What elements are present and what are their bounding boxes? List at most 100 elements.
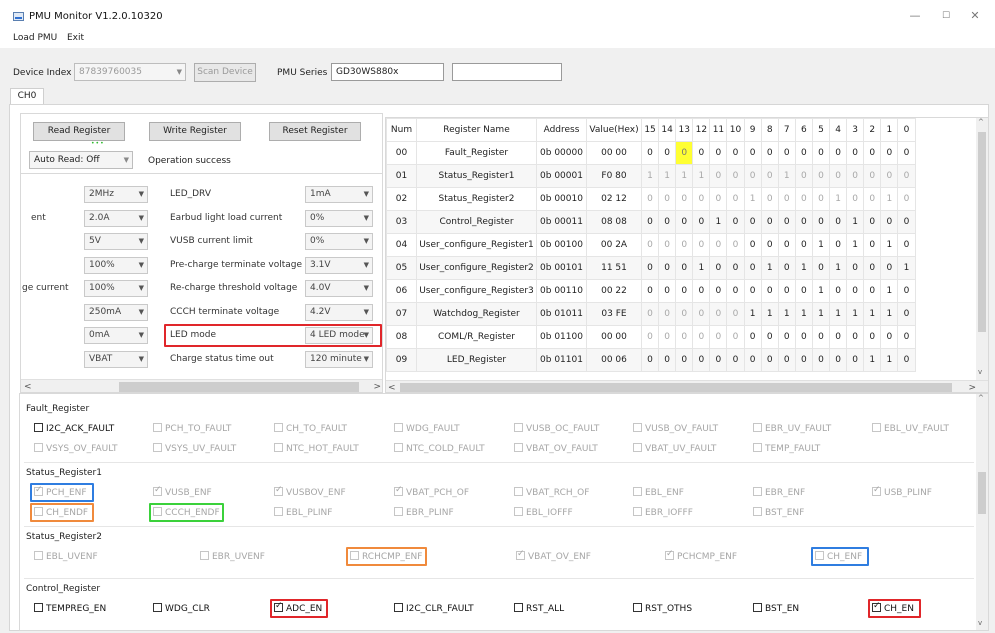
flag-checkbox[interactable]: EBL_ENF: [633, 487, 684, 498]
register-bit-cell[interactable]: 0: [743, 279, 762, 303]
checkbox-box[interactable]: [514, 487, 523, 496]
register-bit-cell[interactable]: 0: [640, 141, 660, 165]
register-bit-cell[interactable]: 0: [726, 141, 745, 165]
register-value[interactable]: 00 22: [586, 279, 642, 303]
settings-right-select[interactable]: 1mA ▼: [305, 186, 373, 203]
register-bit-cell[interactable]: 0: [846, 141, 865, 165]
register-bit-cell[interactable]: 0: [794, 187, 813, 211]
register-bit-cell[interactable]: 0: [726, 187, 745, 211]
register-bit-cell[interactable]: 0: [726, 302, 745, 326]
register-bit-cell[interactable]: 0: [640, 187, 660, 211]
register-value[interactable]: 08 08: [586, 210, 642, 234]
register-bit-cell[interactable]: 0: [811, 348, 831, 372]
close-icon[interactable]: ✕: [965, 8, 985, 24]
register-bit-cell[interactable]: 0: [658, 187, 677, 211]
register-bit-cell[interactable]: 0: [640, 348, 660, 372]
register-bit-cell[interactable]: 0: [743, 164, 762, 188]
register-bit-cell[interactable]: 0: [675, 348, 694, 372]
register-bit-cell[interactable]: 0: [846, 279, 865, 303]
extra-field[interactable]: [452, 63, 562, 81]
flag-checkbox[interactable]: RST_OTHS: [633, 603, 692, 614]
scroll-left-icon[interactable]: <: [388, 381, 396, 392]
register-bit-cell[interactable]: 1: [794, 302, 813, 326]
register-bit-cell[interactable]: 0: [811, 210, 831, 234]
flag-checkbox[interactable]: EBL_PLINF: [274, 507, 332, 518]
register-bit-cell[interactable]: 0: [829, 164, 848, 188]
checkbox-box[interactable]: [514, 423, 523, 432]
table-row[interactable]: 02 Status_Register2 0b 00010 02 12 0 0 0 0 0 0 1 0 0…: [386, 187, 916, 211]
scroll-down-icon[interactable]: v: [978, 368, 982, 376]
register-bit-cell[interactable]: 0: [692, 187, 711, 211]
register-bit-cell[interactable]: 0: [726, 348, 745, 372]
register-bit-cell[interactable]: 0: [640, 210, 660, 234]
checkbox-box[interactable]: [633, 423, 642, 432]
register-bit-cell[interactable]: 0: [863, 279, 882, 303]
checkbox-box[interactable]: [394, 603, 403, 612]
register-bit-cell[interactable]: 1: [760, 256, 779, 280]
register-bit-cell[interactable]: 1: [777, 164, 796, 188]
flag-checkbox[interactable]: EBL_UVENF: [34, 551, 98, 562]
register-bit-cell[interactable]: 0: [794, 348, 813, 372]
scroll-up-icon[interactable]: ^: [978, 118, 984, 126]
register-bit-cell[interactable]: 1: [811, 233, 831, 257]
flag-checkbox[interactable]: TEMPREG_EN: [34, 603, 106, 614]
checkbox-box[interactable]: [274, 443, 283, 452]
register-value[interactable]: 00 2A: [586, 233, 642, 257]
register-bit-cell[interactable]: 0: [760, 210, 779, 234]
table-row[interactable]: 06 User_configure_Register3 0b 00110 00 22 0…: [386, 279, 916, 303]
flag-checkbox[interactable]: I2C_CLR_FAULT: [394, 603, 474, 614]
register-bit-cell[interactable]: 0: [829, 348, 848, 372]
scroll-thumb[interactable]: [978, 132, 986, 332]
register-bit-cell[interactable]: 0: [709, 325, 728, 349]
flag-checkbox[interactable]: EBL_IOFFF: [514, 507, 573, 518]
tab-ch0[interactable]: CH0: [10, 88, 44, 105]
settings-right-select[interactable]: 4.2V ▼: [305, 303, 373, 321]
register-bit-cell[interactable]: 0: [777, 348, 796, 372]
register-bit-cell[interactable]: 1: [829, 256, 848, 280]
register-bit-cell[interactable]: 0: [897, 348, 916, 372]
table-row[interactable]: 05 User_configure_Register2 0b 00101 11 51 0…: [386, 256, 916, 280]
flag-checkbox[interactable]: PCH_TO_FAULT: [153, 423, 231, 434]
checkbox-box[interactable]: [753, 443, 762, 452]
bits-vertical-scrollbar[interactable]: ^ v: [976, 394, 988, 630]
flag-checkbox[interactable]: ✓ VUSBOV_ENF: [274, 485, 346, 498]
flag-checkbox[interactable]: BST_EN: [753, 603, 799, 614]
register-bit-cell[interactable]: 0: [829, 325, 848, 349]
checkbox-box[interactable]: ✓: [665, 549, 674, 560]
checkbox-box[interactable]: [200, 551, 209, 560]
register-bit-cell[interactable]: 0: [880, 164, 899, 188]
register-bit-cell[interactable]: 0: [640, 256, 660, 280]
register-bit-cell[interactable]: 0: [880, 256, 899, 280]
register-bit-cell[interactable]: 0: [709, 302, 728, 326]
register-bit-cell[interactable]: 1: [863, 348, 882, 372]
checkbox-box[interactable]: [394, 443, 403, 452]
checkbox-box[interactable]: [153, 603, 162, 612]
flag-checkbox[interactable]: NTC_COLD_FAULT: [394, 443, 485, 454]
register-value[interactable]: F0 80: [586, 164, 642, 188]
register-bit-cell[interactable]: 0: [709, 141, 728, 165]
register-bit-cell[interactable]: 1: [846, 210, 865, 234]
register-bit-cell[interactable]: 0: [640, 279, 660, 303]
register-value[interactable]: 00 06: [586, 348, 642, 372]
menu-load-pmu[interactable]: Load PMU: [13, 33, 57, 43]
register-bit-cell[interactable]: 0: [658, 279, 677, 303]
register-bit-cell[interactable]: 0: [658, 256, 677, 280]
register-bit-cell[interactable]: 0: [726, 256, 745, 280]
checkbox-box[interactable]: [394, 423, 403, 432]
settings-left-select[interactable]: 0mA ▼: [84, 327, 148, 344]
flag-checkbox[interactable]: VBAT_UV_FAULT: [633, 443, 716, 454]
scan-device-button[interactable]: Scan Device: [194, 63, 256, 82]
register-bit-cell[interactable]: 0: [846, 164, 865, 188]
checkbox-box[interactable]: [274, 507, 283, 516]
register-bit-cell[interactable]: 0: [726, 279, 745, 303]
register-bit-cell[interactable]: 0: [640, 302, 660, 326]
register-bit-cell[interactable]: 1: [880, 279, 899, 303]
flag-checkbox[interactable]: ✓ USB_PLINF: [872, 485, 932, 498]
register-bit-cell[interactable]: 1: [829, 187, 848, 211]
register-bit-cell[interactable]: 1: [658, 164, 677, 188]
register-bit-cell[interactable]: 0: [692, 325, 711, 349]
register-bit-cell[interactable]: 0: [760, 164, 779, 188]
checkbox-box[interactable]: [34, 551, 43, 560]
flag-checkbox[interactable]: EBR_ENF: [753, 487, 805, 498]
flag-checkbox[interactable]: VUSB_OV_FAULT: [633, 423, 718, 434]
